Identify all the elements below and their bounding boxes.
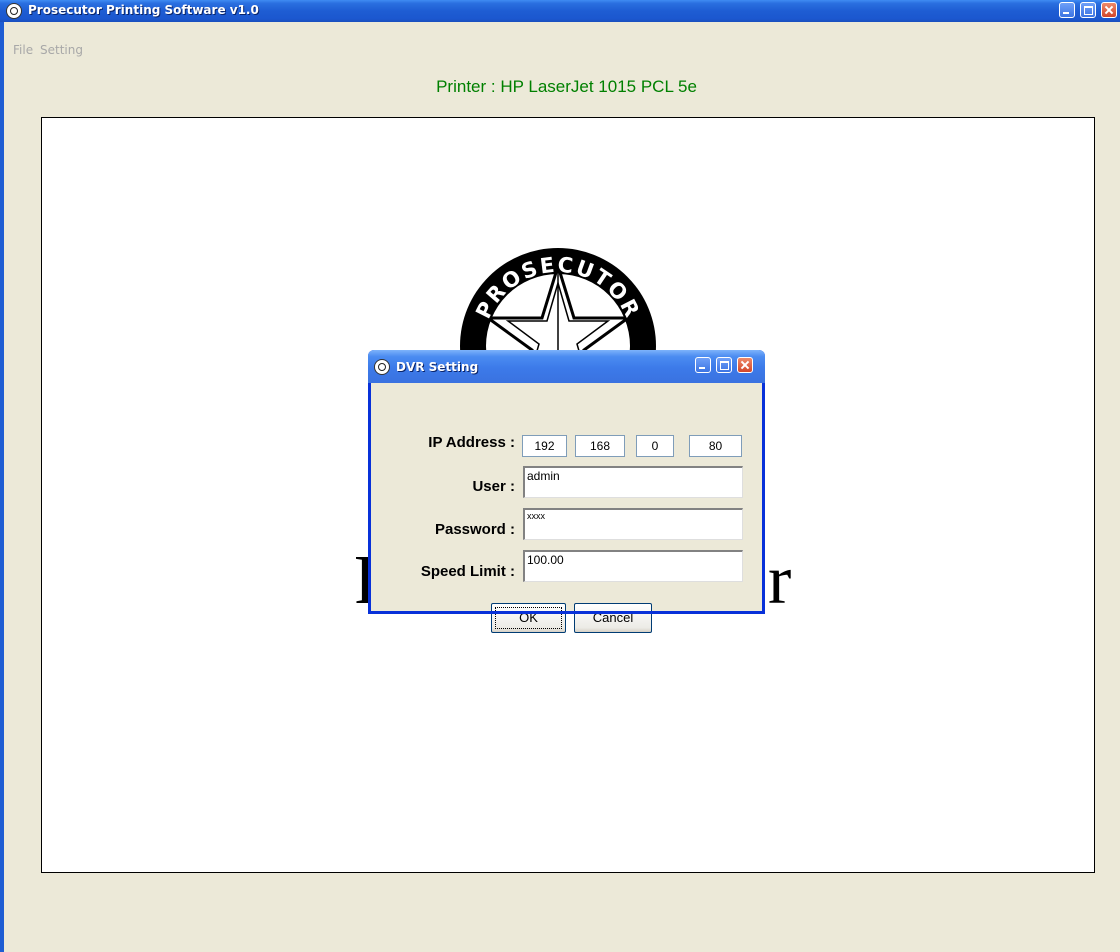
dialog-border — [368, 611, 765, 614]
minimize-icon — [696, 358, 710, 372]
canvas-text-right: r — [768, 542, 792, 619]
maximize-icon — [717, 358, 731, 372]
maximize-button[interactable] — [1080, 2, 1096, 18]
ip-octet-2[interactable]: 168 — [575, 435, 625, 457]
app-icon — [6, 3, 22, 19]
dialog-titlebar[interactable]: DVR Setting — [368, 350, 765, 383]
dialog-maximize-button[interactable] — [716, 357, 732, 373]
maximize-icon — [1081, 3, 1095, 17]
user-label: User : — [472, 478, 515, 495]
menu-file[interactable]: File — [13, 43, 33, 57]
ip-octet-4[interactable]: 80 — [689, 435, 742, 457]
close-button[interactable] — [1101, 2, 1117, 18]
minimize-icon — [1060, 3, 1074, 17]
ip-address-label: IP Address : — [428, 434, 515, 451]
window-border — [0, 22, 8, 952]
dialog-app-icon — [374, 359, 390, 375]
menu-bar — [8, 22, 1120, 44]
dialog-minimize-button[interactable] — [695, 357, 711, 373]
close-icon — [1102, 3, 1116, 17]
minimize-button[interactable] — [1059, 2, 1075, 18]
dvr-setting-dialog: DVR Setting IP Address : 192 168 0 80 Us… — [368, 350, 765, 633]
menu-setting[interactable]: Setting — [40, 43, 83, 57]
password-label: Password : — [434, 521, 515, 538]
speed-limit-input[interactable]: 100.00 — [523, 550, 743, 582]
printer-label: Printer : HP LaserJet 1015 PCL 5e — [436, 77, 697, 96]
speed-limit-label: Speed Limit : — [420, 563, 515, 580]
window-title: Prosecutor Printing Software v1.0 — [28, 3, 259, 17]
ip-octet-1[interactable]: 192 — [522, 435, 567, 457]
cancel-button[interactable]: Cancel — [574, 603, 652, 633]
close-icon — [738, 358, 752, 372]
dialog-body: IP Address : 192 168 0 80 User : admin P… — [371, 383, 762, 633]
window-titlebar[interactable]: Prosecutor Printing Software v1.0 — [0, 0, 1120, 22]
dialog-close-button[interactable] — [737, 357, 753, 373]
ok-button[interactable]: OK — [491, 603, 566, 633]
ip-octet-3[interactable]: 0 — [636, 435, 674, 457]
dialog-title: DVR Setting — [396, 360, 479, 374]
user-input[interactable]: admin — [523, 466, 743, 498]
password-input[interactable]: xxxx — [523, 508, 743, 540]
